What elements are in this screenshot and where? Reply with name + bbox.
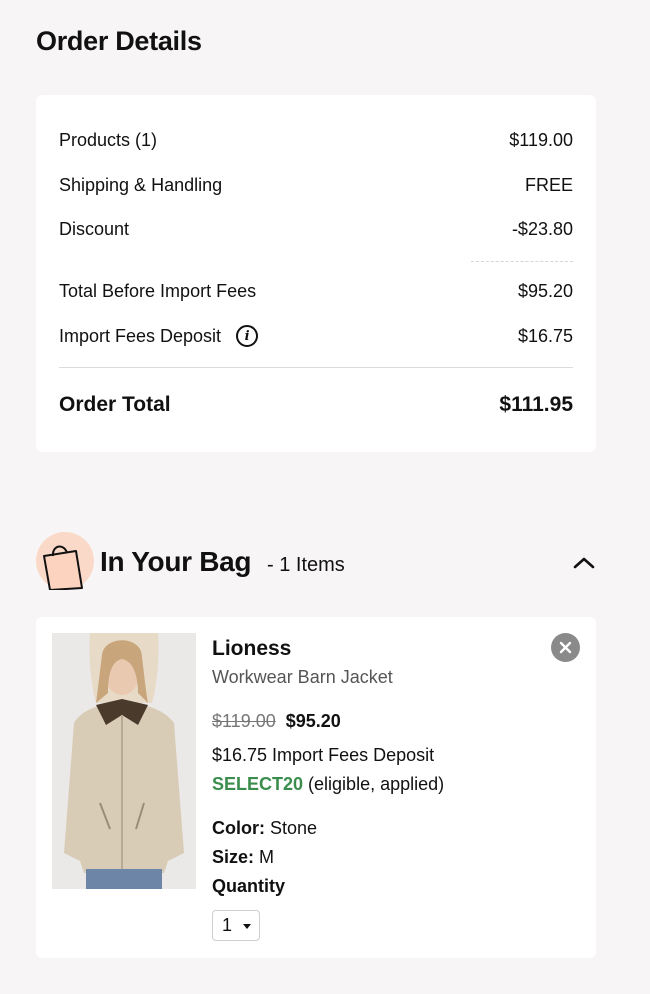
summary-value: $95.20 bbox=[517, 281, 573, 301]
summary-row-total-before-fees: Total Before Import Fees $95.20 bbox=[59, 281, 573, 302]
size-label: Size: bbox=[212, 847, 255, 867]
product-name[interactable]: Workwear Barn Jacket bbox=[212, 667, 393, 688]
product-brand[interactable]: Lioness bbox=[212, 637, 291, 661]
divider bbox=[59, 367, 573, 368]
shopping-bag-icon bbox=[36, 532, 94, 591]
summary-row-import-fees: Import Fees Deposit i $16.75 bbox=[59, 325, 573, 347]
summary-row-products: Products (1) $119.00 bbox=[59, 130, 573, 151]
original-price: $119.00 bbox=[212, 711, 276, 731]
remove-item-button[interactable] bbox=[551, 633, 580, 662]
quantity-select[interactable]: 1 bbox=[212, 910, 260, 941]
product-image[interactable] bbox=[52, 633, 196, 889]
summary-label: Discount bbox=[59, 219, 130, 239]
order-total-value: $111.95 bbox=[499, 393, 573, 416]
quantity-value: 1 bbox=[222, 915, 233, 935]
summary-label: Shipping & Handling bbox=[59, 175, 223, 195]
sale-price: $95.20 bbox=[285, 711, 341, 731]
size-value: M bbox=[259, 847, 275, 867]
close-icon bbox=[559, 641, 572, 654]
promo-code: SELECT20 bbox=[212, 774, 304, 794]
page-title: Order Details bbox=[36, 26, 202, 56]
summary-label: Total Before Import Fees bbox=[59, 281, 257, 301]
dashed-divider bbox=[471, 261, 573, 262]
caret-down-icon bbox=[243, 924, 251, 929]
summary-value: $16.75 bbox=[517, 325, 573, 346]
size-attribute: Size: M bbox=[212, 847, 274, 868]
summary-label: Import Fees Deposit bbox=[59, 325, 222, 346]
color-value: Stone bbox=[270, 818, 318, 838]
order-total-row: Order Total $111.95 bbox=[59, 393, 573, 417]
chevron-up-icon[interactable] bbox=[572, 554, 596, 572]
summary-label: Products (1) bbox=[59, 130, 158, 150]
bag-item-card: Lioness Workwear Barn Jacket $119.00 $95… bbox=[36, 617, 596, 958]
price-row: $119.00 $95.20 bbox=[212, 711, 341, 732]
info-icon[interactable]: i bbox=[236, 325, 259, 347]
summary-value: $119.00 bbox=[509, 130, 573, 150]
summary-value: FREE bbox=[524, 175, 573, 195]
summary-label-wrap: Import Fees Deposit i bbox=[59, 325, 259, 347]
promo-status: (eligible, applied) bbox=[308, 774, 445, 794]
import-fees-line: $16.75 Import Fees Deposit bbox=[212, 745, 435, 765]
quantity-label-text: Quantity bbox=[212, 876, 286, 896]
summary-row-discount: Discount -$23.80 bbox=[59, 219, 573, 240]
color-attribute: Color: Stone bbox=[212, 818, 317, 839]
bag-header: In Your Bag - 1 Items bbox=[36, 532, 596, 592]
promo-line: SELECT20 (eligible, applied) bbox=[212, 774, 444, 795]
quantity-label: Quantity bbox=[212, 876, 285, 897]
color-label: Color: bbox=[212, 818, 265, 838]
order-summary-card: Products (1) $119.00 Shipping & Handling… bbox=[36, 95, 596, 452]
bag-title: In Your Bag bbox=[100, 546, 252, 577]
summary-value: -$23.80 bbox=[511, 219, 573, 239]
order-total-label: Order Total bbox=[59, 393, 171, 416]
bag-item-count: - 1 Items bbox=[267, 554, 345, 576]
summary-row-shipping: Shipping & Handling FREE bbox=[59, 175, 573, 196]
